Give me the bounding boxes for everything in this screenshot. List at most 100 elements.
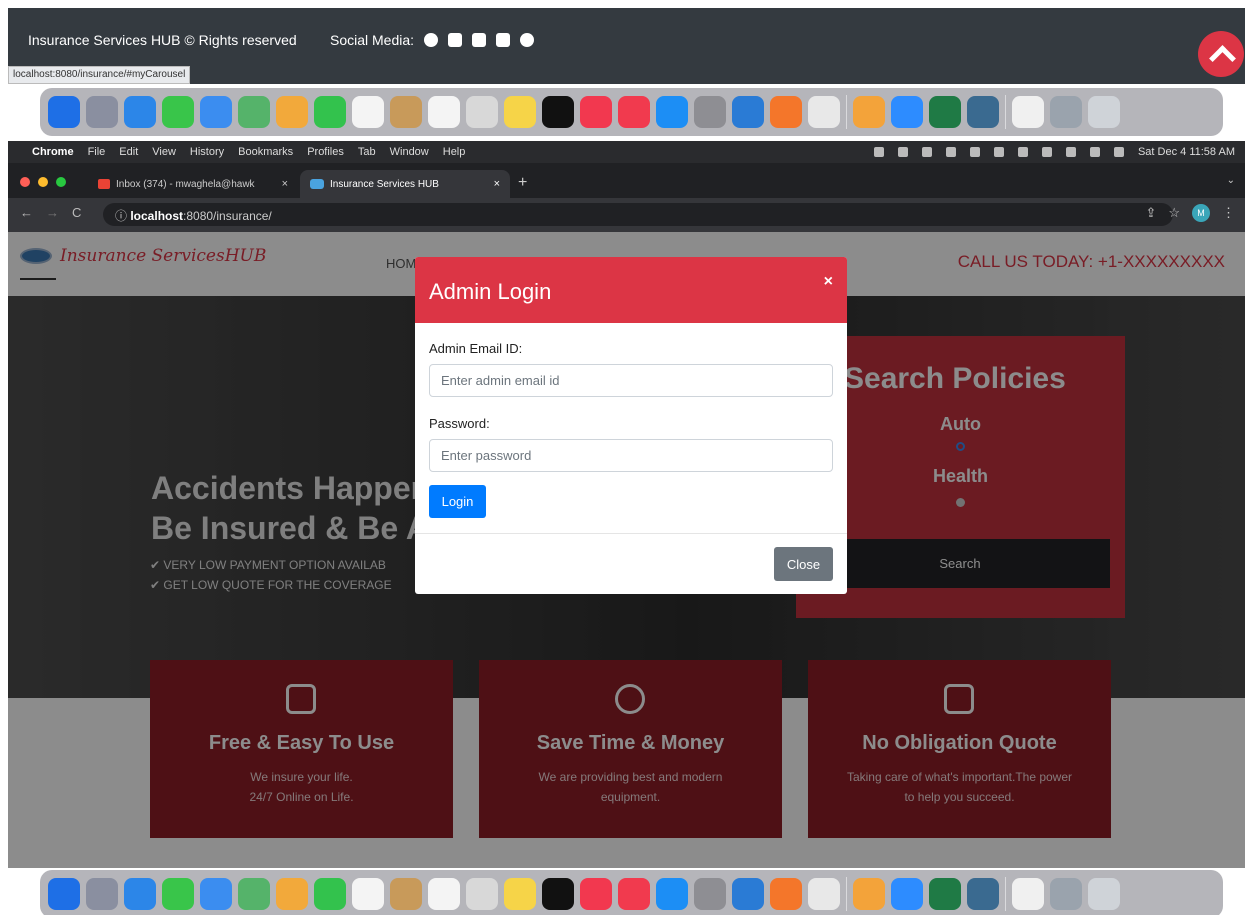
close-icon[interactable]: ×: [824, 273, 833, 291]
forward-icon[interactable]: →: [46, 205, 59, 220]
admin-email-input[interactable]: [429, 364, 833, 397]
vscode-icon[interactable]: [732, 878, 764, 910]
menu-bookmarks[interactable]: Bookmarks: [238, 146, 293, 158]
calendar-icon[interactable]: [352, 878, 384, 910]
zoom-icon[interactable]: [891, 878, 923, 910]
reminders-icon[interactable]: [428, 96, 460, 128]
zoom-icon[interactable]: [891, 96, 923, 128]
menu-file[interactable]: File: [88, 146, 106, 158]
screen-icon[interactable]: [873, 147, 884, 157]
photos-icon[interactable]: [276, 96, 308, 128]
mail-icon[interactable]: [200, 878, 232, 910]
chrome-icon[interactable]: [808, 96, 840, 128]
menu-history[interactable]: History: [190, 146, 224, 158]
linkedin-icon[interactable]: [472, 33, 487, 47]
password-input[interactable]: [429, 439, 833, 472]
excel-icon[interactable]: [929, 96, 961, 128]
menu-view[interactable]: View: [152, 146, 176, 158]
messages-icon[interactable]: [162, 96, 194, 128]
launchpad-icon[interactable]: [86, 878, 118, 910]
apple-tv-icon[interactable]: [542, 878, 574, 910]
maximize-window-icon[interactable]: [56, 177, 66, 187]
photos-icon[interactable]: [276, 878, 308, 910]
system-preferences-icon[interactable]: [694, 878, 726, 910]
firefox-icon[interactable]: [770, 878, 802, 910]
tab-close-icon[interactable]: ×: [282, 178, 288, 190]
login-button[interactable]: Login: [429, 485, 486, 518]
menu-window[interactable]: Window: [390, 146, 429, 158]
profile-avatar[interactable]: M: [1192, 204, 1210, 222]
mysql-workbench-icon[interactable]: [967, 878, 999, 910]
tab-insurance[interactable]: Insurance Services HUB ×: [300, 170, 510, 198]
maps-icon[interactable]: [238, 878, 270, 910]
calendar-icon[interactable]: [352, 96, 384, 128]
messages-icon[interactable]: [162, 878, 194, 910]
minimize-window-icon[interactable]: [38, 177, 48, 187]
volume-icon[interactable]: [969, 147, 980, 157]
launchpad-icon[interactable]: [86, 96, 118, 128]
tab-gmail[interactable]: Inbox (374) - mwaghela@hawk ×: [88, 170, 298, 198]
upload-icon[interactable]: [921, 147, 932, 157]
apple-tv-icon[interactable]: [542, 96, 574, 128]
play-icon[interactable]: [945, 147, 956, 157]
maps-icon[interactable]: [238, 96, 270, 128]
screenshot-icon[interactable]: [466, 878, 498, 910]
system-preferences-icon[interactable]: [694, 96, 726, 128]
more-menu-icon[interactable]: ⋮: [1222, 205, 1235, 221]
facebook-icon[interactable]: [424, 33, 439, 47]
close-window-icon[interactable]: [20, 177, 30, 187]
close-button[interactable]: Close: [774, 547, 833, 581]
app-store-icon[interactable]: [656, 96, 688, 128]
battery-icon[interactable]: [1017, 147, 1028, 157]
instagram-icon[interactable]: [448, 33, 463, 47]
chevron-down-icon[interactable]: ⌄: [1227, 175, 1235, 186]
vscode-icon[interactable]: [732, 96, 764, 128]
finder-icon[interactable]: [48, 878, 80, 910]
contacts-icon[interactable]: [390, 878, 422, 910]
youtube-icon[interactable]: [496, 33, 511, 47]
folder-icon[interactable]: [1050, 878, 1082, 910]
back-icon[interactable]: ←: [20, 205, 33, 220]
news-icon[interactable]: [618, 96, 650, 128]
menu-edit[interactable]: Edit: [119, 146, 138, 158]
mysql-workbench-icon[interactable]: [967, 96, 999, 128]
facetime-icon[interactable]: [314, 878, 346, 910]
app-store-icon[interactable]: [656, 878, 688, 910]
tab-close-icon[interactable]: ×: [494, 178, 500, 190]
wifi-icon[interactable]: [1041, 147, 1052, 157]
extension-icon[interactable]: [897, 147, 908, 157]
news-icon[interactable]: [618, 878, 650, 910]
contacts-icon[interactable]: [390, 96, 422, 128]
screenshot-icon[interactable]: [466, 96, 498, 128]
safari-icon[interactable]: [124, 878, 156, 910]
new-tab-icon[interactable]: +: [518, 174, 527, 192]
chrome-icon[interactable]: [808, 878, 840, 910]
bookmark-star-icon[interactable]: ☆: [1168, 205, 1180, 221]
excel-icon[interactable]: [929, 878, 961, 910]
trash-icon[interactable]: [1088, 96, 1120, 128]
twitter-icon[interactable]: [520, 33, 535, 47]
back-to-top-button[interactable]: [1198, 31, 1244, 77]
trash-icon[interactable]: [1088, 878, 1120, 910]
music-icon[interactable]: [580, 878, 612, 910]
mail-icon[interactable]: [200, 96, 232, 128]
menu-profiles[interactable]: Profiles: [307, 146, 344, 158]
finder-icon[interactable]: [48, 96, 80, 128]
menu-app-name[interactable]: Chrome: [32, 146, 74, 158]
sublime-text-icon[interactable]: [853, 878, 885, 910]
menu-help[interactable]: Help: [443, 146, 466, 158]
facetime-icon[interactable]: [314, 96, 346, 128]
info-icon[interactable]: ⓘ: [115, 209, 130, 223]
menu-tab[interactable]: Tab: [358, 146, 376, 158]
notes-icon[interactable]: [504, 96, 536, 128]
control-center-icon[interactable]: [1089, 147, 1100, 157]
sublime-text-icon[interactable]: [853, 96, 885, 128]
siri-icon[interactable]: [1113, 147, 1124, 157]
notes-icon[interactable]: [504, 878, 536, 910]
bluetooth-icon[interactable]: [993, 147, 1004, 157]
spotlight-icon[interactable]: [1065, 147, 1076, 157]
music-icon[interactable]: [580, 96, 612, 128]
address-bar[interactable]: ⓘ localhost:8080/insurance/: [103, 203, 1173, 226]
safari-icon[interactable]: [124, 96, 156, 128]
firefox-icon[interactable]: [770, 96, 802, 128]
